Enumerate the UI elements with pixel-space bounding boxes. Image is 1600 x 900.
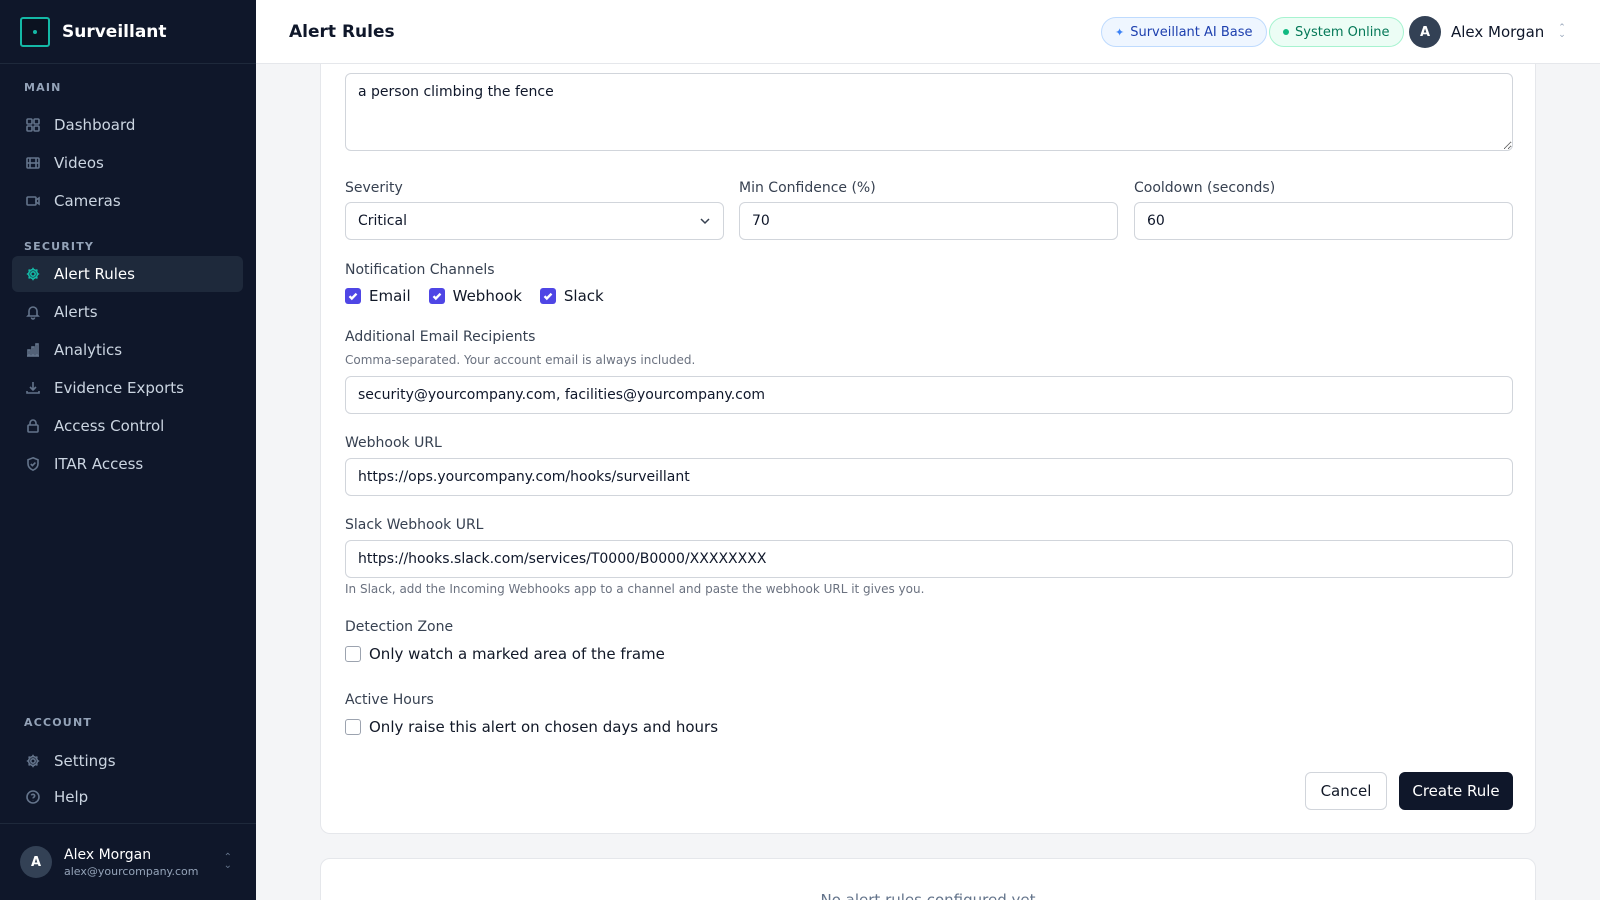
min-confidence-input[interactable] [739,202,1118,240]
sidebar-item-label: ITAR Access [54,455,144,473]
checkbox-unchecked-icon [345,646,361,662]
chevron-down-icon [699,215,711,231]
sidebar-item-label: Alert Rules [54,265,135,283]
status-badge-label: System Online [1295,24,1390,40]
sidebar-item-label: Settings [54,752,116,770]
active-hours-label: Active Hours [345,692,434,708]
active-hours-checkbox[interactable]: Only raise this alert on chosen days and… [345,718,718,736]
sidebar-item-evidence-exports[interactable]: Evidence Exports [12,370,243,406]
ai-badge[interactable]: ✦ Surveillant AI Base [1101,17,1267,47]
bar-chart-icon [25,342,41,358]
sidebar-item-label: Evidence Exports [54,379,184,397]
slack-webhook-url-input[interactable] [345,540,1513,578]
section-label-security: SECURITY [24,240,95,253]
notification-channels-label: Notification Channels [345,262,495,278]
create-rule-button[interactable]: Create Rule [1399,772,1513,810]
sidebar-item-label: Help [54,788,89,806]
sidebar: Surveillant MAIN Dashboard Videos Camera… [0,0,256,900]
detection-zone-label: Detection Zone [345,619,454,635]
checkbox-unchecked-icon [345,719,361,735]
avatar: A [20,846,52,878]
gear-icon [25,753,41,769]
gear-icon [25,266,41,282]
channel-email-checkbox[interactable]: Email [345,287,411,305]
description-textarea[interactable]: a person climbing the fence [345,73,1513,151]
sidebar-item-label: Cameras [54,192,121,210]
chevron-up-down-icon: ⌃ ⌄ [223,852,232,871]
status-dot-icon [1283,29,1289,35]
channel-webhook-checkbox[interactable]: Webhook [428,287,522,305]
sparkle-icon: ✦ [1115,25,1125,39]
sidebar-item-label: Videos [54,154,104,172]
cancel-button[interactable]: Cancel [1305,772,1387,810]
empty-state-text: No alert rules configured yet [820,891,1036,900]
email-recipients-helper: Comma-separated. Your account email is a… [345,353,696,367]
sidebar-item-dashboard[interactable]: Dashboard [12,107,243,143]
surveillant-logo-icon [20,16,50,47]
channel-slack-checkbox[interactable]: Slack [539,287,604,305]
header-user-name: Alex Morgan [1451,23,1545,41]
cooldown-input[interactable] [1134,202,1513,240]
checkbox-checked-icon [539,288,556,304]
email-recipients-input[interactable] [345,376,1513,414]
channel-email-label: Email [369,287,411,305]
header-user-menu[interactable]: A Alex Morgan ⌃ ⌄ [1409,16,1566,48]
sidebar-item-alert-rules[interactable]: Alert Rules [12,256,243,292]
brand[interactable]: Surveillant [0,0,256,64]
sidebar-item-alerts[interactable]: Alerts [12,294,243,330]
slack-webhook-url-label: Slack Webhook URL [345,517,484,533]
chevron-up-down-icon: ⌃ ⌄ [1558,23,1566,40]
sidebar-item-access-control[interactable]: Access Control [12,408,243,444]
avatar: A [1409,16,1441,48]
sidebar-item-analytics[interactable]: Analytics [12,332,243,368]
channel-slack-label: Slack [563,287,604,305]
sidebar-item-label: Access Control [54,417,165,435]
severity-label: Severity [345,180,403,196]
lock-icon [25,418,41,434]
sidebar-item-label: Dashboard [54,116,136,134]
cooldown-label: Cooldown (seconds) [1134,180,1276,196]
help-circle-icon [25,789,41,805]
film-icon [25,155,41,171]
slack-webhook-helper: In Slack, add the Incoming Webhooks app … [345,582,925,596]
download-icon [25,380,41,396]
section-label-main: MAIN [24,81,62,94]
page-title: Alert Rules [289,21,395,42]
severity-value: Critical [358,213,407,229]
detection-zone-checkbox[interactable]: Only watch a marked area of the frame [345,645,665,663]
status-badge: System Online [1269,17,1404,47]
user-email: alex@yourcompany.com [64,864,199,878]
ai-badge-label: Surveillant AI Base [1130,24,1253,40]
bell-icon [25,304,41,320]
user-name: Alex Morgan [64,846,152,863]
sidebar-item-help[interactable]: Help [12,779,243,815]
sidebar-user-menu[interactable]: A Alex Morgan alex@yourcompany.com ⌃ ⌄ [0,823,256,900]
email-recipients-label: Additional Email Recipients [345,329,536,345]
checkbox-checked-icon [345,288,361,304]
sidebar-item-cameras[interactable]: Cameras [12,183,243,219]
sidebar-item-label: Alerts [54,303,98,321]
notification-channels-group: Email Webhook Slack [345,287,622,305]
sidebar-item-settings[interactable]: Settings [12,743,243,779]
sidebar-item-label: Analytics [54,341,123,359]
webhook-url-input[interactable] [345,458,1513,496]
alert-rules-list: No alert rules configured yet [320,858,1536,900]
camera-icon [25,193,41,209]
active-hours-option-label: Only raise this alert on chosen days and… [369,718,719,736]
webhook-url-label: Webhook URL [345,435,442,451]
severity-select[interactable]: Critical [345,202,724,240]
brand-name: Surveillant [62,21,167,42]
sidebar-item-itar-access[interactable]: ITAR Access [12,446,243,482]
channel-webhook-label: Webhook [452,287,522,305]
shield-icon [25,456,41,472]
checkbox-checked-icon [428,288,445,304]
sidebar-item-videos[interactable]: Videos [12,145,243,181]
detection-zone-option-label: Only watch a marked area of the frame [369,645,665,663]
section-label-account: ACCOUNT [24,716,93,729]
create-rule-form: a person climbing the fence Severity Cri… [320,64,1536,834]
grid-icon [25,117,41,133]
top-header: Alert Rules ✦ Surveillant AI Base System… [256,0,1600,64]
min-confidence-label: Min Confidence (%) [739,180,876,196]
